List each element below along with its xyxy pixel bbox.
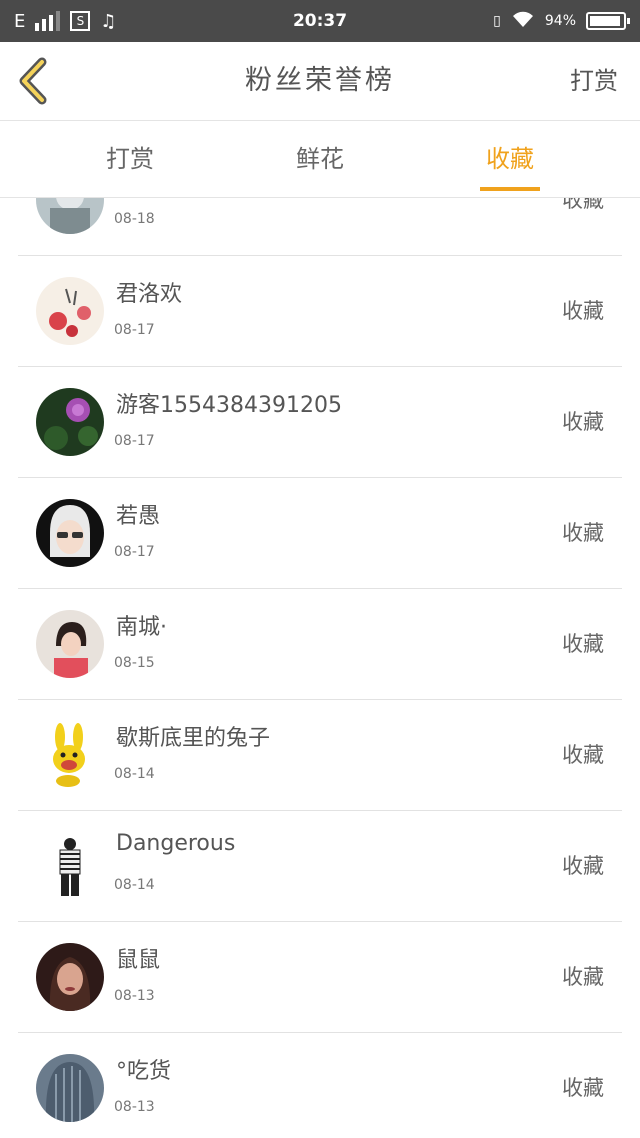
avatar <box>36 610 104 678</box>
item-date: 08-17 <box>114 322 155 338</box>
item-date: 08-17 <box>114 544 155 560</box>
vibrate-icon: ▯ <box>493 13 501 29</box>
avatar <box>36 499 104 567</box>
user-name: 君洛欢 <box>116 282 183 307</box>
item-date: 08-14 <box>114 766 155 782</box>
wifi-icon <box>511 10 535 32</box>
item-date: 08-17 <box>114 433 155 449</box>
user-name: 鼠鼠 <box>116 948 161 973</box>
list-item[interactable]: 歇斯底里的兔子 08-14 收藏 <box>18 700 622 811</box>
reward-button[interactable]: 打赏 <box>570 42 618 120</box>
item-action-label: 收藏 <box>562 743 604 767</box>
item-date: 08-13 <box>114 988 155 1004</box>
list-item[interactable]: 君洛欢 08-17 收藏 <box>18 256 622 367</box>
tab-bar: 打赏 鲜花 收藏 <box>0 121 640 198</box>
list-item[interactable]: 游客1554384391205 08-17 收藏 <box>18 367 622 478</box>
user-name: 若愚 <box>116 504 161 529</box>
tab-favorites[interactable]: 收藏 <box>430 121 590 197</box>
item-action-label: 收藏 <box>562 632 604 656</box>
list-item[interactable]: 鼠鼠 08-13 收藏 <box>18 922 622 1033</box>
item-date: 08-14 <box>114 877 155 893</box>
item-action-label: 收藏 <box>562 1076 604 1100</box>
list-item[interactable]: Dangerous 08-14 收藏 <box>18 811 622 922</box>
user-name: 南城· <box>116 615 167 640</box>
battery-icon <box>586 12 630 30</box>
list-item[interactable]: 南城· 08-15 收藏 <box>18 589 622 700</box>
item-action-label: 收藏 <box>562 299 604 323</box>
app-header: 粉丝荣誉榜 打赏 <box>0 42 640 121</box>
status-right: ▯ 94% <box>493 0 630 42</box>
page-title: 粉丝荣誉榜 <box>245 65 395 96</box>
item-action-label: 收藏 <box>562 854 604 878</box>
user-name: 歇斯底里的兔子 <box>116 726 271 751</box>
user-name: 游客1554384391205 <box>116 393 342 418</box>
item-date: 08-15 <box>114 655 155 671</box>
item-date: 08-13 <box>114 1099 155 1115</box>
list-item[interactable]: °吃货 08-13 收藏 <box>18 1033 622 1138</box>
fan-list[interactable]: 08-18 收藏 君洛欢 08-17 收藏 游客1554384391205 08… <box>0 198 640 1138</box>
tab-label: 打赏 <box>106 145 154 173</box>
item-action-label: 收藏 <box>562 198 604 212</box>
status-bar: E S ♫ 20:37 ▯ 94% <box>0 0 640 42</box>
avatar <box>36 277 104 345</box>
avatar <box>36 721 104 789</box>
tab-reward[interactable]: 打赏 <box>50 121 210 197</box>
active-tab-indicator <box>480 187 540 191</box>
list-item[interactable]: 08-18 收藏 <box>18 198 622 256</box>
avatar <box>36 198 104 234</box>
battery-percent: 94% <box>544 13 576 29</box>
tab-label: 收藏 <box>486 145 534 173</box>
tab-label: 鲜花 <box>296 145 344 173</box>
avatar <box>36 832 104 900</box>
list-item[interactable]: 若愚 08-17 收藏 <box>18 478 622 589</box>
user-name: °吃货 <box>116 1059 172 1084</box>
item-action-label: 收藏 <box>562 410 604 434</box>
avatar <box>36 388 104 456</box>
user-name: Dangerous <box>116 831 236 856</box>
tab-flowers[interactable]: 鲜花 <box>240 121 400 197</box>
item-action-label: 收藏 <box>562 965 604 989</box>
avatar <box>36 943 104 1011</box>
item-action-label: 收藏 <box>562 521 604 545</box>
avatar <box>36 1054 104 1122</box>
item-date: 08-18 <box>114 211 155 227</box>
